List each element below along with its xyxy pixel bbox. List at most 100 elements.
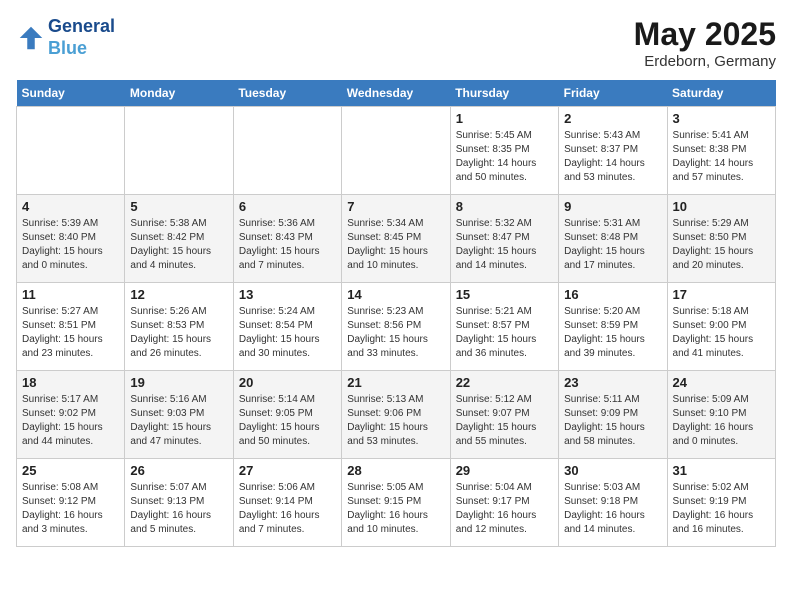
calendar-cell: 15 Sunrise: 5:21 AM Sunset: 8:57 PM Dayli… [450,283,558,371]
logo: General Blue [16,16,115,59]
calendar-cell: 22 Sunrise: 5:12 AM Sunset: 9:07 PM Dayli… [450,371,558,459]
calendar-week-1: 1 Sunrise: 5:45 AM Sunset: 8:35 PM Daylig… [17,107,776,195]
calendar-header: SundayMondayTuesdayWednesdayThursdayFrid… [17,80,776,107]
calendar-week-3: 11Sunrise: 5:27 AM Sunset: 8:51 PM Dayli… [17,283,776,371]
day-info: Sunrise: 5:04 AM Sunset: 9:17 PM Dayligh… [456,481,553,537]
calendar-cell: 14Sunrise: 5:23 AM Sunset: 8:56 PM Dayli… [342,283,450,371]
calendar-cell [125,107,233,195]
day-info: Sunrise: 5:16 AM Sunset: 9:03 PM Dayligh… [130,393,227,449]
day-number: 29 [456,463,553,478]
calendar-cell: 4 Sunrise: 5:39 AM Sunset: 8:40 PM Daylig… [17,195,125,283]
day-number: 27 [239,463,336,478]
day-info: Sunrise: 5:26 AM Sunset: 8:53 PM Dayligh… [130,305,227,361]
weekday-header-row: SundayMondayTuesdayWednesdayThursdayFrid… [17,80,776,107]
calendar-cell: 30 Sunrise: 5:03 AM Sunset: 9:18 PM Dayli… [559,459,667,547]
calendar-cell: 25Sunrise: 5:08 AM Sunset: 9:12 PM Dayli… [17,459,125,547]
day-info: Sunrise: 5:38 AM Sunset: 8:42 PM Dayligh… [130,217,227,273]
day-info: Sunrise: 5:05 AM Sunset: 9:15 PM Dayligh… [347,481,444,537]
day-number: 10 [673,199,770,214]
day-number: 28 [347,463,444,478]
calendar-cell: 1 Sunrise: 5:45 AM Sunset: 8:35 PM Daylig… [450,107,558,195]
day-number: 3 [673,111,770,126]
calendar-cell: 26 Sunrise: 5:07 AM Sunset: 9:13 PM Dayli… [125,459,233,547]
calendar-table: SundayMondayTuesdayWednesdayThursdayFrid… [16,80,776,547]
logo-line2: Blue [48,38,115,60]
calendar-cell: 19 Sunrise: 5:16 AM Sunset: 9:03 PM Dayli… [125,371,233,459]
weekday-header-sunday: Sunday [17,80,125,107]
calendar-cell: 7 Sunrise: 5:34 AM Sunset: 8:45 PM Daylig… [342,195,450,283]
day-info: Sunrise: 5:11 AM Sunset: 9:09 PM Dayligh… [564,393,661,449]
calendar-cell: 18Sunrise: 5:17 AM Sunset: 9:02 PM Dayli… [17,371,125,459]
calendar-cell: 20 Sunrise: 5:14 AM Sunset: 9:05 PM Dayli… [233,371,341,459]
day-info: Sunrise: 5:41 AM Sunset: 8:38 PM Dayligh… [673,129,770,185]
day-number: 2 [564,111,661,126]
day-number: 1 [456,111,553,126]
calendar-cell: 24Sunrise: 5:09 AM Sunset: 9:10 PM Dayli… [667,371,775,459]
day-info: Sunrise: 5:34 AM Sunset: 8:45 PM Dayligh… [347,217,444,273]
day-number: 31 [673,463,770,478]
day-info: Sunrise: 5:07 AM Sunset: 9:13 PM Dayligh… [130,481,227,537]
title-block: May 2025 Erdeborn, Germany [634,16,776,70]
logo-line1: General [48,16,115,38]
day-number: 4 [22,199,119,214]
calendar-cell: 9Sunrise: 5:31 AM Sunset: 8:48 PM Daylig… [559,195,667,283]
location-subtitle: Erdeborn, Germany [634,53,776,70]
weekday-header-tuesday: Tuesday [233,80,341,107]
weekday-header-saturday: Saturday [667,80,775,107]
calendar-body: 1 Sunrise: 5:45 AM Sunset: 8:35 PM Daylig… [17,107,776,547]
calendar-cell: 5Sunrise: 5:38 AM Sunset: 8:42 PM Daylig… [125,195,233,283]
day-number: 7 [347,199,444,214]
day-number: 13 [239,287,336,302]
day-info: Sunrise: 5:23 AM Sunset: 8:56 PM Dayligh… [347,305,444,361]
day-info: Sunrise: 5:20 AM Sunset: 8:59 PM Dayligh… [564,305,661,361]
day-number: 17 [673,287,770,302]
day-number: 30 [564,463,661,478]
weekday-header-monday: Monday [125,80,233,107]
day-number: 15 [456,287,553,302]
day-info: Sunrise: 5:06 AM Sunset: 9:14 PM Dayligh… [239,481,336,537]
day-info: Sunrise: 5:18 AM Sunset: 9:00 PM Dayligh… [673,305,770,361]
day-info: Sunrise: 5:13 AM Sunset: 9:06 PM Dayligh… [347,393,444,449]
day-number: 26 [130,463,227,478]
calendar-cell: 16 Sunrise: 5:20 AM Sunset: 8:59 PM Dayli… [559,283,667,371]
day-number: 23 [564,375,661,390]
day-info: Sunrise: 5:43 AM Sunset: 8:37 PM Dayligh… [564,129,661,185]
calendar-cell: 3 Sunrise: 5:41 AM Sunset: 8:38 PM Daylig… [667,107,775,195]
calendar-cell: 10 Sunrise: 5:29 AM Sunset: 8:50 PM Dayli… [667,195,775,283]
calendar-cell [17,107,125,195]
day-info: Sunrise: 5:39 AM Sunset: 8:40 PM Dayligh… [22,217,119,273]
day-number: 19 [130,375,227,390]
calendar-cell: 21 Sunrise: 5:13 AM Sunset: 9:06 PM Dayli… [342,371,450,459]
day-number: 6 [239,199,336,214]
day-number: 11 [22,287,119,302]
day-info: Sunrise: 5:45 AM Sunset: 8:35 PM Dayligh… [456,129,553,185]
calendar-cell: 12 Sunrise: 5:26 AM Sunset: 8:53 PM Dayli… [125,283,233,371]
day-number: 24 [673,375,770,390]
day-info: Sunrise: 5:12 AM Sunset: 9:07 PM Dayligh… [456,393,553,449]
day-info: Sunrise: 5:03 AM Sunset: 9:18 PM Dayligh… [564,481,661,537]
calendar-cell [342,107,450,195]
calendar-cell: 31Sunrise: 5:02 AM Sunset: 9:19 PM Dayli… [667,459,775,547]
day-number: 12 [130,287,227,302]
day-info: Sunrise: 5:14 AM Sunset: 9:05 PM Dayligh… [239,393,336,449]
calendar-cell: 6 Sunrise: 5:36 AM Sunset: 8:43 PM Daylig… [233,195,341,283]
day-info: Sunrise: 5:32 AM Sunset: 8:47 PM Dayligh… [456,217,553,273]
day-info: Sunrise: 5:29 AM Sunset: 8:50 PM Dayligh… [673,217,770,273]
day-info: Sunrise: 5:17 AM Sunset: 9:02 PM Dayligh… [22,393,119,449]
calendar-week-4: 18Sunrise: 5:17 AM Sunset: 9:02 PM Dayli… [17,371,776,459]
day-info: Sunrise: 5:36 AM Sunset: 8:43 PM Dayligh… [239,217,336,273]
calendar-cell: 13 Sunrise: 5:24 AM Sunset: 8:54 PM Dayli… [233,283,341,371]
day-number: 21 [347,375,444,390]
day-info: Sunrise: 5:24 AM Sunset: 8:54 PM Dayligh… [239,305,336,361]
page-header: General Blue May 2025 Erdeborn, Germany [16,16,776,70]
day-info: Sunrise: 5:31 AM Sunset: 8:48 PM Dayligh… [564,217,661,273]
calendar-cell: 28 Sunrise: 5:05 AM Sunset: 9:15 PM Dayli… [342,459,450,547]
day-number: 22 [456,375,553,390]
day-number: 20 [239,375,336,390]
day-info: Sunrise: 5:21 AM Sunset: 8:57 PM Dayligh… [456,305,553,361]
day-number: 16 [564,287,661,302]
day-info: Sunrise: 5:08 AM Sunset: 9:12 PM Dayligh… [22,481,119,537]
calendar-week-5: 25Sunrise: 5:08 AM Sunset: 9:12 PM Dayli… [17,459,776,547]
calendar-cell: 2 Sunrise: 5:43 AM Sunset: 8:37 PM Daylig… [559,107,667,195]
calendar-cell: 17 Sunrise: 5:18 AM Sunset: 9:00 PM Dayli… [667,283,775,371]
